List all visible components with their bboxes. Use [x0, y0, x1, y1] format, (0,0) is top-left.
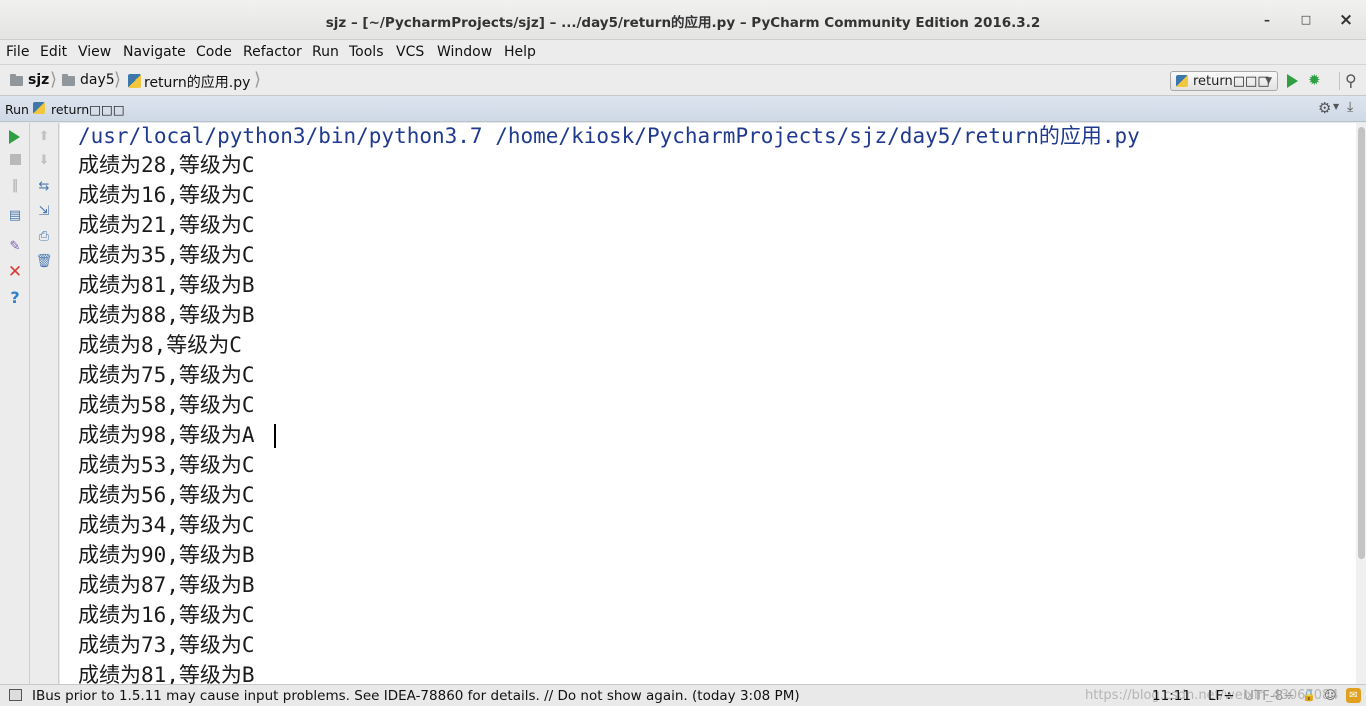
run-toolbar-primary: ‖ ▤ ✎ ✕ ? — [0, 123, 30, 684]
console-line: 成绩为87,等级为B — [78, 573, 255, 597]
window-title: sjz – [~/PycharmProjects/sjz] – .../day5… — [325, 15, 1041, 31]
pin-tab-icon[interactable]: ✎ — [6, 238, 24, 256]
menu-help[interactable]: Help — [504, 44, 536, 60]
trash-icon[interactable]: 🗑 — [35, 253, 53, 271]
menu-navigate[interactable]: Navigate — [123, 44, 186, 60]
console-line: 成绩为81,等级为B — [78, 663, 255, 684]
console-command-line: /usr/local/python3/bin/python3.7 /home/k… — [78, 124, 1140, 148]
run-configuration-select[interactable]: return□□□ ▼ — [1170, 71, 1278, 91]
console-line: 成绩为90,等级为B — [78, 543, 255, 567]
print-icon[interactable]: ⎙ — [35, 228, 53, 246]
breadcrumb-separator-icon: ⟩ — [114, 69, 122, 90]
toolbar-divider — [1339, 72, 1340, 90]
folder-icon — [62, 74, 75, 86]
console-line: 成绩为35,等级为C — [78, 243, 255, 267]
scroll-to-end-icon[interactable]: ⇲ — [35, 203, 53, 221]
menu-file[interactable]: File — [6, 44, 29, 60]
console-line: 成绩为16,等级为C — [78, 603, 255, 627]
chevron-down-icon: ▼ — [1265, 76, 1272, 86]
arrow-up-icon[interactable]: ⬆ — [35, 128, 53, 146]
status-bar: IBus prior to 1.5.11 may cause input pro… — [0, 684, 1366, 706]
menu-tools[interactable]: Tools — [349, 44, 384, 60]
arrow-down-icon[interactable]: ⬇ — [35, 152, 53, 170]
console-line: 成绩为28,等级为C — [78, 153, 255, 177]
console-line: 成绩为58,等级为C — [78, 393, 255, 417]
file-encoding[interactable]: UTF-8÷ — [1244, 688, 1295, 704]
console-line: 成绩为75,等级为C — [78, 363, 255, 387]
stop-icon[interactable] — [6, 153, 24, 171]
run-panel-title: Run — [5, 102, 29, 117]
run-configuration-label: return□□□ — [1193, 74, 1270, 89]
python-file-icon — [33, 102, 45, 114]
menu-window[interactable]: Window — [437, 44, 492, 60]
console-scrollbar[interactable] — [1356, 123, 1366, 684]
run-toolbar-secondary: ⬆ ⬇ ⇆ ⇲ ⎙ 🗑 — [30, 123, 59, 684]
breadcrumb-separator-icon: ⟩ — [254, 69, 262, 90]
console-line: 成绩为53,等级为C — [78, 453, 255, 477]
breadcrumb-folder[interactable]: day5 — [80, 72, 115, 88]
breadcrumb-project[interactable]: sjz — [28, 72, 49, 88]
console-line: 成绩为16,等级为C — [78, 183, 255, 207]
console-line: 成绩为8,等级为C — [78, 333, 242, 357]
run-tab-label[interactable]: return□□□ — [51, 102, 125, 117]
close-button[interactable]: × — [1335, 9, 1357, 31]
breadcrumb-file[interactable]: return的应用.py — [144, 72, 250, 92]
hide-panel-icon[interactable]: ⤓ — [1347, 99, 1353, 115]
scrollbar-thumb[interactable] — [1358, 127, 1365, 559]
rerun-icon[interactable] — [9, 130, 20, 144]
search-icon[interactable]: ⚲ — [1345, 71, 1357, 90]
gear-icon[interactable]: ⚙ — [1318, 99, 1331, 117]
menu-code[interactable]: Code — [196, 44, 232, 60]
python-file-icon — [128, 74, 141, 88]
inspector-icon[interactable]: ☺ — [1324, 688, 1337, 702]
minimize-button[interactable]: – — [1256, 9, 1278, 31]
status-message[interactable]: IBus prior to 1.5.11 may cause input pro… — [32, 688, 800, 704]
debug-bug-icon[interactable]: ✹ — [1308, 71, 1321, 89]
soft-wrap-icon[interactable]: ⇆ — [35, 178, 53, 196]
python-file-icon — [1176, 75, 1188, 87]
menu-edit[interactable]: Edit — [40, 44, 67, 60]
chevron-down-icon: ▼ — [1333, 102, 1340, 111]
project-folder-icon — [10, 74, 23, 86]
restore-layout-icon[interactable]: ▤ — [6, 207, 24, 225]
lock-icon[interactable]: 🔒 — [1302, 689, 1316, 702]
console-line: 成绩为56,等级为C — [78, 483, 255, 507]
menu-bar: File Edit View Navigate Code Refactor Ru… — [0, 40, 1366, 65]
run-tool-window-header: Run return□□□ ⚙ ▼ ⤓ — [0, 96, 1366, 122]
console-line: 成绩为81,等级为B — [78, 273, 255, 297]
console-line: 成绩为34,等级为C — [78, 513, 255, 537]
help-icon[interactable]: ? — [6, 289, 24, 307]
event-log-icon[interactable]: ✉ — [1346, 688, 1361, 703]
console-line: 成绩为88,等级为B — [78, 303, 255, 327]
tool-windows-icon[interactable] — [9, 689, 22, 701]
window-title-bar: sjz – [~/PycharmProjects/sjz] – .../day5… — [0, 0, 1366, 40]
run-button[interactable] — [1287, 74, 1298, 88]
console-output[interactable]: /usr/local/python3/bin/python3.7 /home/k… — [60, 123, 1356, 684]
menu-view[interactable]: View — [78, 44, 111, 60]
maximize-button[interactable]: □ — [1295, 9, 1317, 31]
menu-run[interactable]: Run — [312, 44, 339, 60]
caret-position[interactable]: 11:11 — [1152, 688, 1191, 704]
pause-icon[interactable]: ‖ — [6, 177, 24, 195]
breadcrumb-separator-icon: ⟩ — [50, 69, 58, 90]
console-line: 成绩为98,等级为A — [78, 423, 255, 447]
menu-refactor[interactable]: Refactor — [243, 44, 302, 60]
console-line: 成绩为73,等级为C — [78, 633, 255, 657]
close-run-icon[interactable]: ✕ — [6, 263, 24, 281]
navigation-bar: sjz ⟩ day5 ⟩ return的应用.py ⟩ — [0, 65, 1366, 96]
console-line: 成绩为21,等级为C — [78, 213, 255, 237]
menu-vcs[interactable]: VCS — [396, 44, 424, 60]
line-separator[interactable]: LF÷ — [1208, 688, 1235, 704]
text-caret — [274, 424, 276, 448]
